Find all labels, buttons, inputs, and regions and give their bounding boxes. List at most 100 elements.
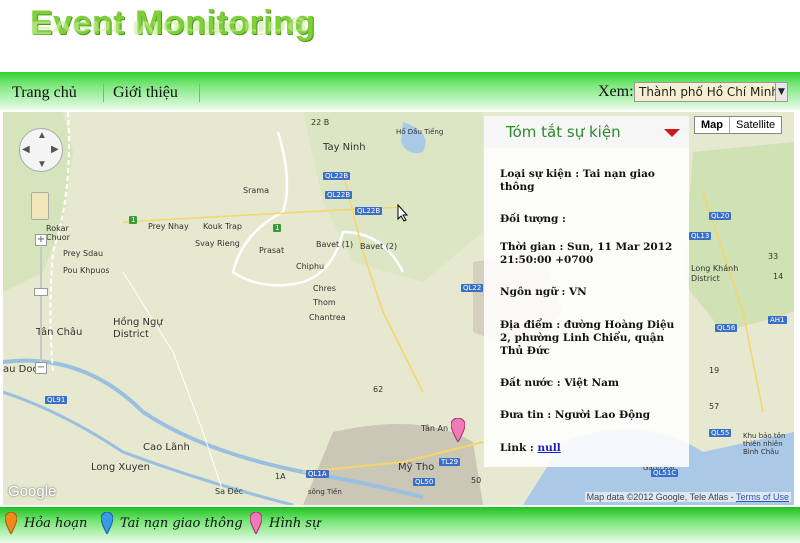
nav-divider — [199, 84, 200, 102]
map-place-label: Long Khánh District — [691, 264, 739, 283]
map-road-number: 57 — [709, 402, 720, 411]
event-country-field: Đất nước : Việt Nam — [500, 377, 619, 389]
attribution-text: Map data ©2012 Google, Tele Atlas - — [586, 492, 734, 502]
map-place-label: Khu bảo tồn thiên nhiên Bình Châu — [743, 432, 786, 456]
panel-title: Tóm tắt sự kiện — [506, 123, 621, 141]
legend-crime-label: Hình sự — [269, 516, 321, 531]
map-place-label: Hồ Dầu Tiếng — [396, 128, 444, 136]
map-attribution: Map data ©2012 Google, Tele Atlas - Term… — [584, 492, 791, 502]
view-label: Xem: — [598, 83, 634, 100]
road-badge: QL22B — [325, 191, 353, 199]
road-badge: QL20 — [709, 212, 732, 220]
pan-down-icon[interactable]: ▼ — [37, 159, 47, 170]
road-badge: QL51C — [651, 469, 679, 477]
event-marker-pin[interactable] — [451, 418, 465, 442]
map-place-label: Long Xuyen — [91, 462, 150, 473]
event-subject-field: Đối tượng : — [500, 213, 566, 225]
nav-divider — [103, 84, 104, 102]
event-summary-panel: Tóm tắt sự kiện Loại sự kiện : Tai nạn g… — [484, 116, 689, 467]
google-logo: Google — [8, 483, 57, 500]
map-place-label: Tay Ninh — [323, 142, 366, 153]
event-language-field: Ngôn ngữ : VN — [500, 286, 587, 298]
map-place-label: sông Tiền — [308, 488, 342, 496]
crime-marker-icon — [250, 512, 262, 534]
map-place-label: Prasat — [259, 246, 285, 255]
map-place-label: Prey Sdau — [63, 249, 104, 258]
map-road-number: 50 — [471, 476, 482, 485]
main-navbar: Trang chủ Giới thiệu Xem: Thành phố Hồ C… — [0, 72, 800, 110]
event-link[interactable]: null — [537, 442, 560, 454]
legend-fire-label: Hỏa hoạn — [24, 516, 88, 531]
map-place-label: Bavet (1) — [316, 240, 354, 249]
map-type-map-button[interactable]: Map — [695, 117, 730, 133]
road-badge: QL91 — [45, 396, 68, 404]
map-place-label: Rokar Chuor — [46, 224, 70, 242]
nav-about-link[interactable]: Giới thiệu — [113, 84, 178, 102]
traffic-accident-marker-icon — [101, 512, 113, 534]
zoom-out-button[interactable]: − — [35, 362, 47, 374]
legend-traffic-label: Tai nạn giao thông — [120, 516, 243, 531]
pan-right-icon[interactable]: ▶ — [51, 144, 59, 155]
road-badge: QL56 — [715, 324, 738, 332]
city-select-value: Thành phố Hồ Chí Minh — [639, 85, 779, 99]
road-badge: QL22B — [355, 207, 383, 215]
map-place-label: Bavet (2) — [360, 242, 398, 251]
event-map[interactable]: Tay Ninh Hồ Dầu Tiếng Srama Prey Nhay Ko… — [3, 112, 794, 505]
map-place-label: Sa Đéc — [215, 487, 244, 496]
fire-marker-icon — [5, 512, 17, 534]
collapse-arrow-icon[interactable] — [664, 129, 680, 137]
road-badge: QL1A — [306, 470, 329, 478]
chevron-down-icon[interactable]: ▼ — [775, 83, 787, 101]
logo-reflection: Event Monitoring — [30, 17, 308, 38]
road-badge: TL29 — [439, 458, 461, 466]
map-place-label: Cao Lãnh — [143, 442, 190, 453]
map-place-label: Chantrea — [309, 313, 346, 322]
map-place-label: Prey Nhay — [148, 222, 189, 231]
map-place-label: Srama — [243, 186, 269, 195]
road-badge: QL22 — [461, 284, 484, 292]
event-location-field: Địa điểm : đường Hoàng Diệu 2, phường Li… — [500, 319, 675, 357]
legend-bar: Hỏa hoạn Tai nạn giao thông Hình sự — [0, 507, 800, 543]
event-time-field: Thời gian : Sun, 11 Mar 2012 21:50:00 +0… — [500, 241, 673, 266]
event-type-field: Loại sự kiện : Tai nạn giao thông — [500, 168, 655, 193]
map-place-label: Chres — [313, 284, 336, 293]
map-road-number: 1A — [275, 472, 286, 481]
road-badge: QL22B — [323, 172, 351, 180]
map-place-label: Pou Khpuos — [63, 266, 110, 275]
mouse-cursor-icon — [397, 204, 409, 222]
map-place-label: Chiphu — [296, 262, 325, 271]
map-place-label: Kouk Trap — [203, 222, 242, 231]
street-view-pegman-icon[interactable] — [31, 192, 49, 220]
road-badge: QL13 — [689, 232, 712, 240]
map-road-number: 33 — [768, 252, 779, 261]
event-link-label: Link : — [500, 442, 534, 454]
map-road-number: 22 B — [311, 118, 330, 127]
map-place-label: Tân An — [421, 424, 449, 433]
map-place-label: au Doc — [3, 364, 38, 375]
map-pan-control[interactable]: ▲ ▼ ◀ ▶ — [19, 128, 63, 172]
map-place-label: Thom — [313, 298, 336, 307]
map-place-label: Mỹ Tho — [398, 462, 435, 473]
map-type-satellite-button[interactable]: Satellite — [730, 117, 781, 133]
road-badge: 1 — [273, 224, 282, 232]
site-logo: Event Monitoring Event Monitoring — [30, 4, 350, 70]
road-badge: QL55 — [709, 429, 732, 437]
event-source-field: Đưa tin : Người Lao Động — [500, 409, 651, 421]
map-place-label: Tân Châu — [36, 327, 83, 338]
road-badge: QL50 — [413, 478, 436, 486]
map-place-label: Hồng Ngự District — [113, 317, 163, 340]
zoom-slider-thumb[interactable] — [34, 288, 48, 296]
map-road-number: 19 — [709, 366, 720, 375]
map-type-control: Map Satellite — [694, 116, 783, 134]
road-badge: 1 — [129, 216, 138, 224]
nav-home-link[interactable]: Trang chủ — [12, 84, 77, 102]
map-road-number: 62 — [373, 385, 384, 394]
panel-header[interactable]: Tóm tắt sự kiện — [484, 116, 689, 148]
zoom-slider-track[interactable] — [40, 247, 42, 365]
city-select[interactable]: Thành phố Hồ Chí Minh ▼ — [634, 82, 788, 102]
map-road-number: 14 — [773, 272, 784, 281]
terms-of-use-link[interactable]: Terms of Use — [736, 492, 789, 502]
pan-up-icon[interactable]: ▲ — [37, 130, 47, 141]
zoom-in-button[interactable]: + — [35, 234, 47, 246]
pan-left-icon[interactable]: ◀ — [22, 144, 30, 155]
